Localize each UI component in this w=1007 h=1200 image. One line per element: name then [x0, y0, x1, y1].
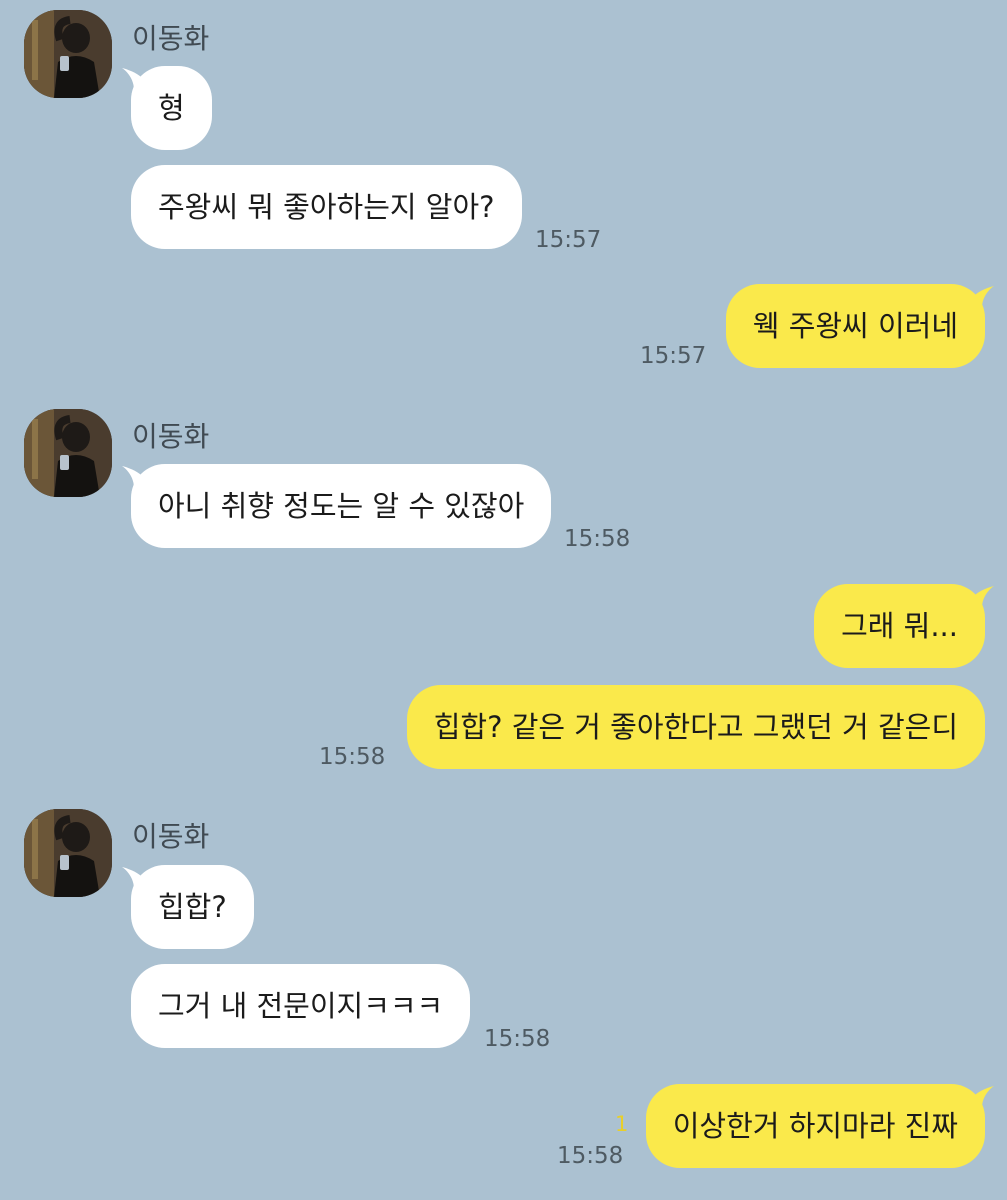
sender-avatar[interactable] — [24, 809, 112, 897]
message-bubble[interactable]: 그래 뭐... — [814, 584, 985, 668]
sender-name: 이동화 — [132, 22, 210, 55]
sender-name: 이동화 — [132, 820, 210, 853]
bubble-tail — [970, 286, 994, 308]
message-bubble[interactable]: 웩 주왕씨 이러네 — [725, 284, 985, 368]
unread-count: 1 — [615, 1112, 629, 1136]
bubble-tail — [970, 1086, 994, 1108]
message-timestamp: 15:58 — [557, 1143, 624, 1169]
message-bubble[interactable]: 이상한거 하지마라 진짜 — [645, 1084, 985, 1168]
message-timestamp: 15:57 — [535, 227, 602, 253]
message-timestamp: 15:57 — [640, 343, 707, 369]
message-bubble[interactable]: 힙합? — [131, 865, 254, 949]
message-bubble[interactable]: 형 — [131, 66, 212, 150]
sender-avatar[interactable] — [24, 409, 112, 497]
message-bubble[interactable]: 아니 취향 정도는 알 수 있잖아 — [131, 464, 552, 548]
message-timestamp: 15:58 — [564, 526, 631, 552]
message-bubble[interactable]: 주왕씨 뭐 좋아하는지 알아? — [131, 165, 522, 249]
message-bubble[interactable]: 힙합? 같은 거 좋아한다고 그랬던 거 같은디 — [406, 685, 985, 769]
sender-avatar[interactable] — [24, 10, 112, 98]
sender-name: 이동화 — [132, 420, 210, 453]
message-bubble[interactable]: 그거 내 전문이지ㅋㅋㅋ — [131, 964, 471, 1048]
message-timestamp: 15:58 — [319, 744, 386, 770]
bubble-tail — [970, 586, 994, 608]
message-timestamp: 15:58 — [484, 1026, 551, 1052]
